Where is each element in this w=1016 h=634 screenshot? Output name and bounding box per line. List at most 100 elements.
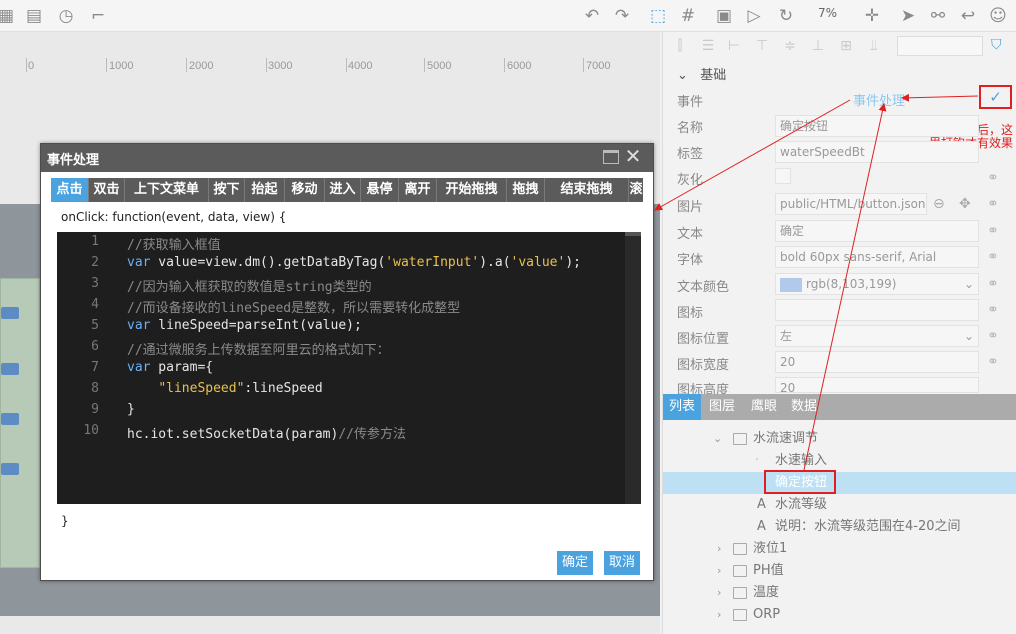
event-handler-link[interactable]: 事件处理 [853,90,905,109]
grid-icon[interactable]: ▦ [0,4,18,28]
filter-icon[interactable]: ⛉ [991,37,1002,53]
cancel-button[interactable]: 取消 [604,551,641,575]
canvas-widget[interactable] [1,413,19,425]
tab-mouse-enter[interactable]: 进入 [325,178,361,202]
undo-icon[interactable]: ↶ [580,4,604,28]
distribute-v-icon[interactable]: ⫫ [865,37,883,55]
tab-hover[interactable]: 悬停 [361,178,399,202]
tree-item-flow-control[interactable]: ⌄ 水流速调节 [663,428,1016,450]
dialog-header[interactable]: 事件处理 ✕ [41,144,653,172]
align-middle-icon[interactable]: ≑ [781,37,799,55]
code-scrollbar[interactable] [625,232,641,504]
distribute-icon[interactable]: ⊞ [837,37,855,55]
close-icon[interactable]: ✕ [623,146,643,166]
text-node-icon: A [757,519,766,534]
link-icon[interactable]: ⚭ [987,302,1003,318]
tab-data[interactable]: 数据 [785,394,823,420]
icon-position-value: 左 [780,329,793,343]
prop-input-name[interactable]: 确定按钮 [775,115,979,137]
section-basic[interactable]: ⌄ 基础 [677,64,726,83]
prop-input-image[interactable]: public/HTML/button.json [775,193,927,215]
link-icon[interactable]: ⚭ [987,328,1003,344]
prop-select-text-color[interactable]: rgb(8,103,199) ⌄ [775,273,979,295]
link-icon[interactable]: ⚭ [987,170,1003,186]
tree-tabs: 列表 图层 鹰眼 数据 [663,394,1016,420]
page-icon[interactable]: ▤ [22,4,46,28]
filter-input[interactable] [897,36,983,56]
tree-item-description[interactable]: A 说明：水流等级范围在4-20之间 [663,516,1016,538]
canvas-widget[interactable] [1,463,19,475]
tree-item-confirm-button[interactable]: 确定按钮 [663,472,1016,494]
align-center-icon[interactable]: ☰ [699,37,717,55]
align-bottom-icon[interactable]: ⊥ [809,37,827,55]
align-right-icon[interactable]: ⊢ [725,37,743,55]
scrollbar-thumb[interactable] [625,232,641,236]
chevron-right-icon[interactable]: › [717,560,721,582]
back-icon[interactable]: ↩ [956,4,980,28]
share-icon[interactable]: ⚯ [926,4,950,28]
grid-hash-icon[interactable]: # [676,4,700,28]
align-top-icon[interactable]: ⊤ [753,37,771,55]
tab-layers[interactable]: 图层 [703,394,741,420]
tab-list[interactable]: 列表 [663,394,702,420]
tab-drag[interactable]: 拖拽 [507,178,545,202]
tab-click[interactable]: 点击 [51,178,89,202]
eye-icon[interactable]: ⊖ [933,196,949,212]
refresh-icon[interactable]: ↻ [774,4,798,28]
maximize-icon[interactable] [603,150,619,164]
tab-drag-start[interactable]: 开始拖拽 [437,178,507,202]
prop-checkbox-disabled[interactable] [775,168,791,184]
crosshair-icon[interactable]: ✛ [860,4,884,28]
tree-item-flow-level[interactable]: A 水流等级 [663,494,1016,516]
canvas-widget-group[interactable] [0,278,40,568]
color-swatch [780,277,802,292]
prop-input-tag[interactable]: waterSpeedBt [775,141,979,163]
canvas-widget[interactable] [1,363,19,375]
tree-item-level1[interactable]: › 液位1 [663,538,1016,560]
tab-mouse-move[interactable]: 移动 [285,178,325,202]
clock-icon[interactable]: ◷ [54,4,78,28]
link-icon[interactable]: ⚭ [987,223,1003,239]
chevron-right-icon[interactable]: › [717,604,721,626]
link-icon[interactable]: ⚭ [987,276,1003,292]
link-icon[interactable]: ⚭ [987,354,1003,370]
redo-icon[interactable]: ↷ [610,4,634,28]
align-left-icon[interactable]: ⫿ [671,37,689,55]
tree-item-temperature[interactable]: › 温度 [663,582,1016,604]
tab-mouse-down[interactable]: 按下 [209,178,245,202]
prop-input-text[interactable]: 确定 [775,220,979,242]
ruler-label: 6000 [507,60,532,72]
select-icon[interactable]: ⬚ [646,4,670,28]
user-icon[interactable]: ☺ [986,4,1010,28]
tab-mouse-leave[interactable]: 离开 [399,178,437,202]
canvas-widget[interactable] [1,307,19,319]
prop-select-icon-position[interactable]: 左 ⌄ [775,325,979,347]
prop-input-icon-height[interactable]: 20 [775,377,979,393]
prop-input-font[interactable]: bold 60px sans-serif, Arial [775,246,979,268]
tab-drag-end[interactable]: 结束拖拽 [545,178,629,202]
save-icon[interactable]: ▣ [712,4,736,28]
tab-mouse-up[interactable]: 抬起 [245,178,285,202]
tree-item-ph[interactable]: › PH值 [663,560,1016,582]
tab-scroll[interactable]: 滚 [629,178,643,202]
link-icon[interactable]: ⚭ [987,196,1003,212]
tab-context-menu[interactable]: 上下文菜单 [125,178,209,202]
tree-item-speed-input[interactable]: · 水速输入 [663,450,1016,472]
prop-input-icon[interactable] [775,299,979,321]
prop-input-icon-width[interactable]: 20 [775,351,979,373]
chevron-right-icon[interactable]: › [717,582,721,604]
confirm-button[interactable]: 确定 [557,551,594,575]
hook-icon[interactable]: ⌐ [86,4,110,28]
tree-item-orp[interactable]: › ORP [663,604,1016,626]
event-enabled-checkbox[interactable]: ✓ [979,85,1012,109]
chevron-right-icon[interactable]: › [717,538,721,560]
code-editor[interactable]: 1 //获取输入框值 2 var value=view.dm().getData… [57,232,641,504]
tab-double-click[interactable]: 双击 [89,178,125,202]
line-number: 8 [91,381,99,396]
link-icon[interactable]: ⚭ [987,249,1003,265]
tab-overview[interactable]: 鹰眼 [745,394,783,420]
play-icon[interactable]: ▷ [742,4,766,28]
chevron-down-icon[interactable]: ⌄ [713,428,722,450]
send-icon[interactable]: ➤ [896,4,920,28]
move-icon[interactable]: ✥ [959,196,975,212]
